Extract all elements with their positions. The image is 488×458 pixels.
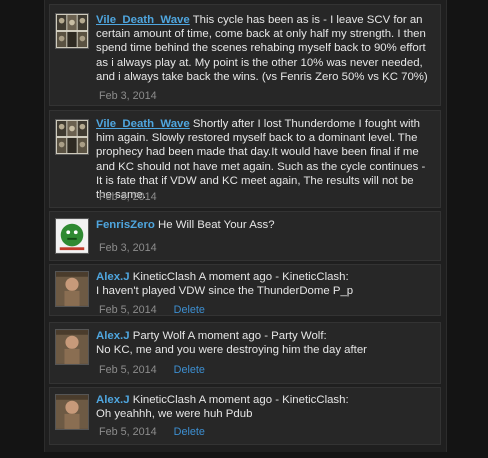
comment-text-line2: I haven't played VDW since the ThunderDo…	[96, 285, 354, 298]
delete-link[interactable]: Delete	[174, 364, 205, 376]
fenris-avatar-icon[interactable]	[55, 218, 89, 254]
comment-author[interactable]: Alex.J	[96, 394, 130, 406]
comments-panel: Vile_Death_Wave This cycle has been as i…	[44, 0, 447, 452]
comment-date[interactable]: Feb 5, 2014	[99, 426, 157, 438]
comment-text: Shortly after I lost Thunderdome I fough…	[96, 118, 426, 202]
comment-date[interactable]: Feb 5, 2014	[99, 364, 157, 376]
comment: Alex.J Party Wolf A moment ago - Party W…	[49, 322, 441, 384]
comment: Alex.J KineticClash A moment ago - Kinet…	[49, 264, 441, 316]
comment-date[interactable]: Feb 3, 2014	[99, 90, 157, 102]
vile-avatar-icon[interactable]	[55, 119, 89, 155]
comment: Vile_Death_Wave Shortly after I lost Thu…	[49, 110, 441, 208]
comment-date[interactable]: Feb 3, 2014	[99, 191, 157, 203]
comment-text: Party Wolf A moment ago - Party Wolf:	[132, 330, 327, 342]
comment-text-line2: Oh yeahhh, we were huh Pdub	[96, 408, 253, 421]
comment-author[interactable]: Vile_Death_Wave	[96, 14, 190, 26]
comment-date[interactable]: Feb 5, 2014	[99, 304, 157, 316]
comment: Vile_Death_Wave This cycle has been as i…	[49, 4, 441, 106]
comment-author[interactable]: Alex.J	[96, 330, 130, 342]
comment-text-line2: No KC, me and you were destroying him th…	[96, 344, 367, 357]
comment-text: He Will Beat Your Ass?	[158, 219, 275, 231]
delete-link[interactable]: Delete	[174, 426, 205, 438]
alex-avatar-icon[interactable]	[55, 394, 89, 430]
comment-text: KineticClash A moment ago - KineticClash…	[132, 394, 349, 406]
comment: FenrisZero He Will Beat Your Ass? Feb 3,…	[49, 211, 441, 261]
vile-avatar-icon[interactable]	[55, 13, 89, 49]
alex-avatar-icon[interactable]	[55, 271, 89, 307]
comment-author[interactable]: Vile_Death_Wave	[96, 118, 190, 130]
delete-link[interactable]: Delete	[174, 304, 205, 316]
comment-date[interactable]: Feb 3, 2014	[99, 242, 157, 254]
alex-avatar-icon[interactable]	[55, 329, 89, 365]
comment-author[interactable]: Alex.J	[96, 271, 130, 283]
comment-author[interactable]: FenrisZero	[96, 219, 155, 231]
comment-text: KineticClash A moment ago - KineticClash…	[132, 271, 349, 283]
comment: Alex.J KineticClash A moment ago - Kinet…	[49, 387, 441, 445]
